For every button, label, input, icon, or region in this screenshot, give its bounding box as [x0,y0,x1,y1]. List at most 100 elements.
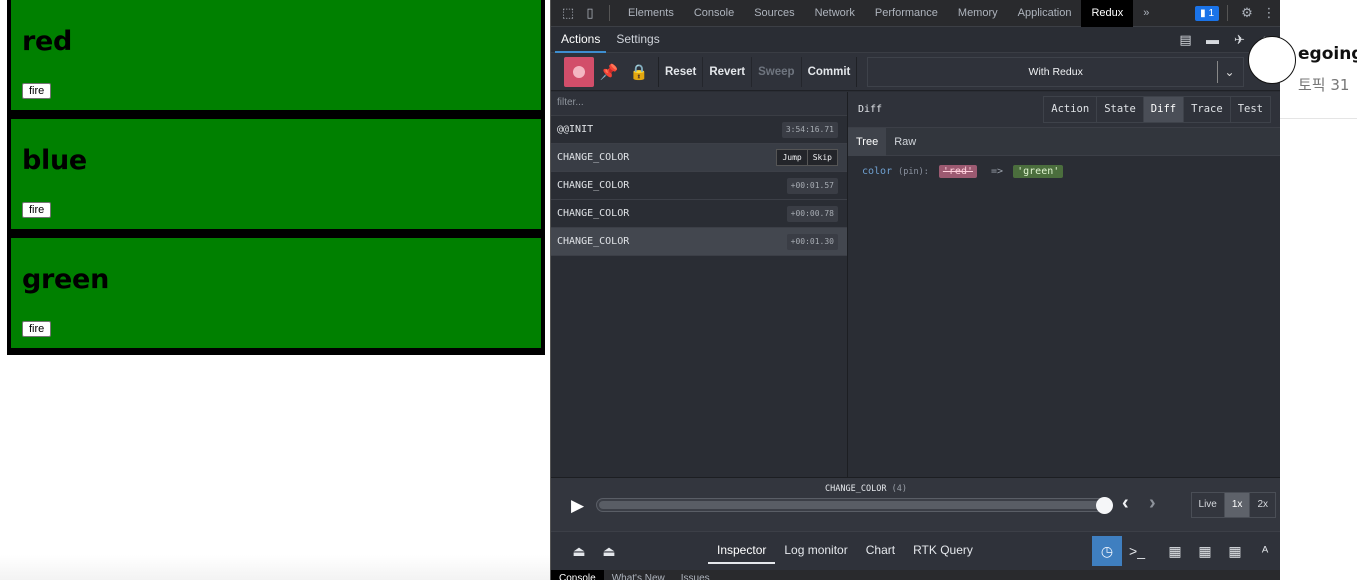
terminal-icon[interactable]: >_ [1122,543,1152,559]
revert-button[interactable]: Revert [703,56,753,87]
tab-tree[interactable]: Tree [848,127,887,156]
action-time: 3:54:16.71 [781,122,838,138]
twitter-icon[interactable]: ✈ [1226,32,1253,48]
device-toolbar-icon[interactable]: ▯ [579,0,601,27]
tab-test[interactable]: Test [1230,97,1270,122]
monitor-inspector[interactable]: Inspector [708,538,776,564]
skip-button[interactable]: Skip [807,150,837,165]
monitor-right-icons: ◷ >_ ▦ ▦ ▦ ᴬ [1092,536,1280,566]
kebab-menu-icon[interactable]: ⋮ [1258,0,1280,27]
color-label: green [22,264,109,295]
divider [1280,118,1357,119]
tab-actions[interactable]: Actions [555,27,607,53]
tab-console[interactable]: Console [684,0,744,27]
slider-handle[interactable] [1096,497,1113,514]
tab-performance[interactable]: Performance [865,0,948,27]
screen: red fire blue fire green fire ⬚ ▯ Elemen… [0,0,1357,580]
action-time: +00:00.78 [786,206,838,222]
pin-link[interactable]: (pin): [898,167,929,177]
monitor-bar: ⏏ ⏏ Inspector Log monitor Chart RTK Quer… [551,531,1280,570]
inspector-header: Diff Action State Diff Trace Test [848,92,1280,128]
speed-2x[interactable]: 2x [1250,493,1275,517]
chevron-down-icon: ⌄ [1217,60,1241,83]
devtools-tabbar: ⬚ ▯ Elements Console Sources Network Per… [551,0,1280,27]
dock-left-icon[interactable]: ▦ [1160,543,1190,560]
fire-button[interactable]: fire [22,321,52,337]
issues-badge[interactable]: ▮ 1 [1195,5,1219,21]
slider-track[interactable] [596,498,1106,512]
avatar [1248,36,1296,84]
drawer-tab-issues[interactable]: Issues [673,570,718,580]
step-forward-icon[interactable]: › [1149,492,1156,515]
redux-toolbar: 📌 🔒 Reset Revert Sweep Commit With Redux… [551,53,1280,91]
slider-action-count: (4) [891,484,907,494]
fire-button[interactable]: fire [22,83,52,99]
tab-network[interactable]: Network [805,0,865,27]
tab-memory[interactable]: Memory [948,0,1008,27]
jump-button[interactable]: Jump [777,150,808,165]
devtools-panel: ⬚ ▯ Elements Console Sources Network Per… [550,0,1280,580]
drawer-tab-console[interactable]: Console [551,570,604,580]
step-back-icon[interactable]: ‹ [1122,492,1129,515]
tab-settings[interactable]: Settings [610,27,665,53]
page-fade [0,555,550,580]
action-name: CHANGE_COLOR [557,236,630,247]
import-icon[interactable]: ⏏ [564,543,594,560]
jump-skip-buttons: Jump Skip [776,149,838,166]
action-item[interactable]: @@INIT 3:54:16.71 [551,116,847,144]
record-button[interactable] [564,56,594,87]
tab-raw[interactable]: Raw [886,128,924,156]
color-label: red [22,26,73,57]
monitor-menu: Inspector Log monitor Chart RTK Query [708,538,982,564]
divider [1227,5,1228,21]
dock-right-icon[interactable]: ▦ [1190,543,1220,560]
play-icon[interactable]: ▶ [571,496,584,516]
tab-redux[interactable]: Redux [1081,0,1134,27]
speed-1x[interactable]: 1x [1224,493,1251,517]
tab-diff[interactable]: Diff [1143,97,1185,122]
inspector-tabs: Action State Diff Trace Test [1043,96,1271,123]
speed-live[interactable]: Live [1192,493,1225,517]
tab-application[interactable]: Application [1008,0,1082,27]
inspect-element-icon[interactable]: ⬚ [557,0,579,27]
action-item[interactable]: CHANGE_COLOR Jump Skip [551,144,847,172]
monitor-chart[interactable]: Chart [857,538,904,564]
commit-button[interactable]: Commit [802,57,857,87]
lock-icon[interactable]: 🔒 [624,57,654,87]
action-name: CHANGE_COLOR [557,180,630,191]
record-icon [573,65,585,78]
diff-key: color [862,166,893,177]
action-item[interactable]: CHANGE_COLOR +00:01.30 [551,228,847,256]
reset-button[interactable]: Reset [659,56,704,87]
action-name: @@INIT [557,124,594,135]
timer-icon[interactable]: ◷ [1092,536,1122,566]
tab-sources[interactable]: Sources [744,0,804,27]
dock-bottom-icon[interactable]: ▦ [1220,543,1250,560]
playback-speed: Live 1x 2x [1190,492,1276,518]
chat-icon[interactable]: ▬ [1199,32,1226,48]
more-tabs-button[interactable]: » [1133,0,1159,27]
tab-trace[interactable]: Trace [1184,97,1231,122]
monitor-rtk-query[interactable]: RTK Query [904,538,982,564]
fire-button[interactable]: fire [22,202,52,218]
devtools-right-icons: ▮ 1 ⚙ ⋮ [1187,0,1280,27]
action-time: +00:01.30 [786,234,838,250]
devtools-drawer: Console What's New Issues [551,570,1280,580]
book-icon[interactable]: ▤ [1172,32,1199,48]
tab-elements[interactable]: Elements [618,0,684,27]
username[interactable]: egoing [1298,44,1357,64]
export-icon[interactable]: ⏏ [594,543,624,560]
sweep-button[interactable]: Sweep [752,56,802,87]
drawer-tab-whats-new[interactable]: What's New [604,570,673,580]
monitor-log[interactable]: Log monitor [775,538,856,564]
tab-state[interactable]: State [1097,97,1144,122]
settings-gear-icon[interactable]: ⚙ [1236,0,1258,27]
remote-icon[interactable]: ᴬ [1250,543,1280,559]
pin-icon[interactable]: 📌 [594,57,624,87]
side-page: egoing 토픽 31 [1248,0,1357,580]
action-item[interactable]: CHANGE_COLOR +00:00.78 [551,200,847,228]
tab-action[interactable]: Action [1044,97,1098,122]
action-item[interactable]: CHANGE_COLOR +00:01.57 [551,172,847,200]
instance-select[interactable]: With Redux ⌄ [867,56,1244,87]
filter-input[interactable]: filter... [551,92,847,116]
